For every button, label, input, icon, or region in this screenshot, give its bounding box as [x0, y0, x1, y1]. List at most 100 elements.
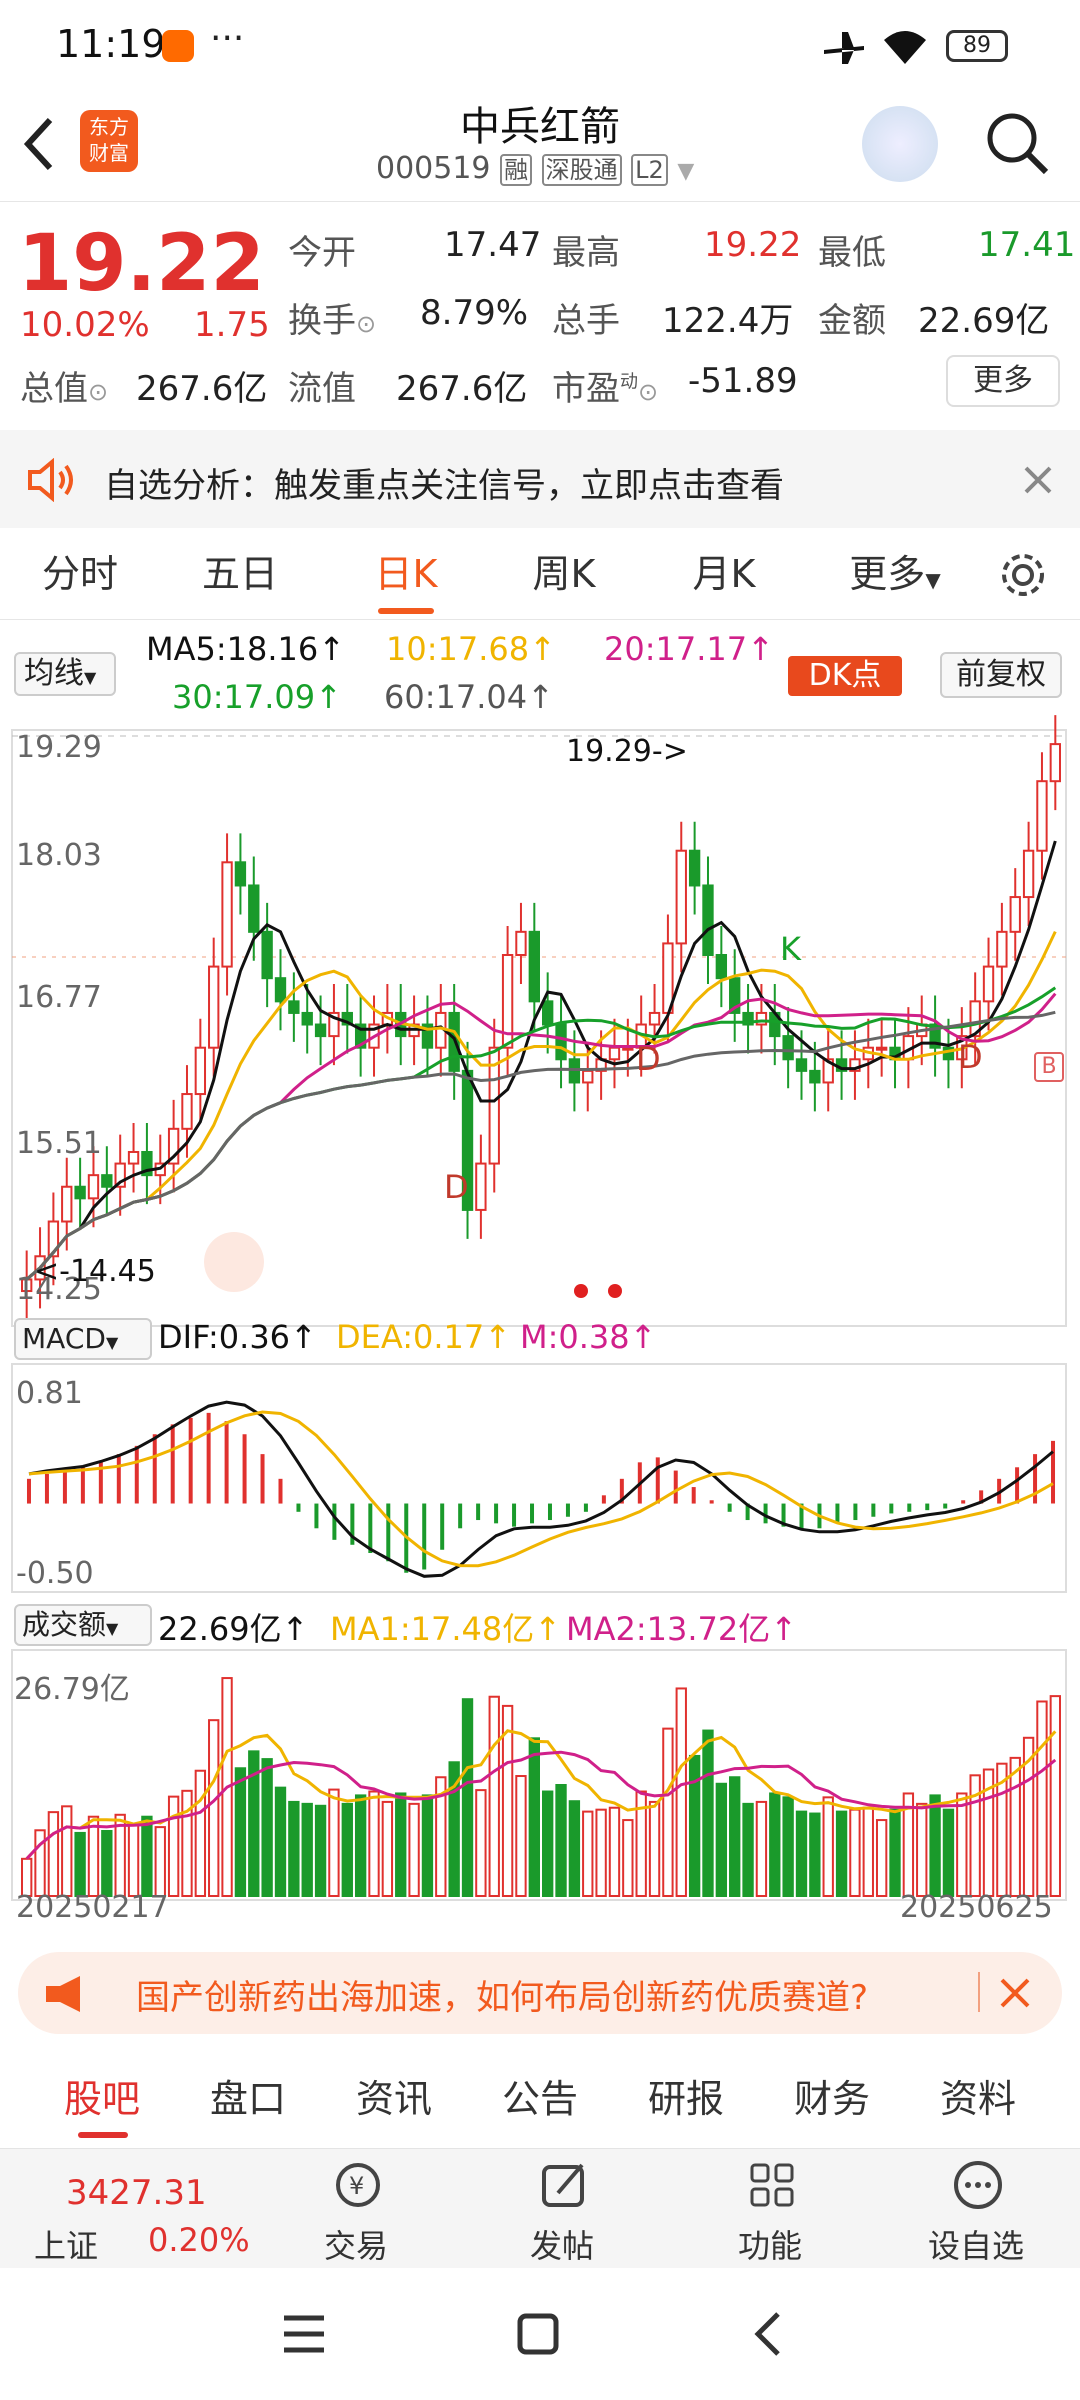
candle-body	[248, 884, 260, 933]
candle-body	[795, 1058, 808, 1072]
tab-pankou[interactable]: 盘口	[188, 2056, 308, 2142]
candle-body	[542, 1000, 554, 1026]
y-tick-1: 19.29	[16, 730, 102, 765]
volume-bar	[582, 1810, 594, 1897]
tab-profile[interactable]: 资料	[918, 2056, 1038, 2142]
tag-connect: 深股通	[541, 154, 622, 186]
airplane-icon	[824, 32, 864, 64]
function-button[interactable]: 功能	[700, 2149, 840, 2269]
volume-bar	[194, 1769, 207, 1898]
volume-bar	[261, 1758, 273, 1897]
logo-text-2: 财富	[89, 141, 129, 165]
back-nav-icon[interactable]	[748, 2308, 788, 2360]
volume-value: 122.4万	[662, 301, 794, 341]
tab-monthly[interactable]: 月K	[664, 528, 784, 620]
menu-icon[interactable]	[280, 2312, 328, 2356]
candle-body	[87, 1174, 100, 1200]
macd-ymax: 0.81	[16, 1376, 83, 1411]
search-icon[interactable]	[982, 108, 1052, 178]
tab-news[interactable]: 资讯	[334, 2056, 454, 2142]
info-icon[interactable]: ⊙	[638, 378, 658, 406]
info-icon[interactable]: ⊙	[356, 310, 376, 338]
volume-bar	[74, 1831, 86, 1897]
function-label: 功能	[737, 2227, 802, 2265]
dropdown-icon[interactable]: ▼	[677, 159, 694, 184]
robot-assistant-icon[interactable]	[862, 106, 938, 182]
volume-ymax: 26.79亿	[14, 1672, 130, 1707]
signal-tip-bar[interactable]: 自选分析：触发重点关注信号，立即点击查看	[0, 430, 1080, 528]
tab-daily[interactable]: 日K	[346, 528, 466, 620]
macd-select-button[interactable]: MACD▼	[14, 1318, 152, 1360]
volume-bar	[662, 1727, 674, 1898]
more-circle-icon	[954, 2161, 1002, 2209]
volume-bar	[862, 1806, 874, 1897]
volume-select-button[interactable]: 成交额▼	[14, 1604, 152, 1646]
tab-announce[interactable]: 公告	[480, 2056, 600, 2142]
index-ticker[interactable]: 3427.31 上证 0.20%	[0, 2149, 250, 2269]
last-price: 19.22	[18, 219, 265, 309]
add-watchlist-button[interactable]: 设自选	[906, 2149, 1046, 2269]
close-icon[interactable]	[1022, 464, 1054, 496]
tab-weekly[interactable]: 周K	[504, 528, 624, 620]
date-end: 20250625	[900, 1890, 1053, 1925]
volume-bar	[648, 1800, 661, 1897]
tab-5day[interactable]: 五日	[180, 528, 300, 620]
edit-icon	[542, 2163, 584, 2207]
chart-area: 均线▼ MA5:18.16↑ 10:17.68↑ 20:17.17↑ 30:17…	[0, 620, 1080, 1930]
volume-ma2-label: MA2:13.72亿↑	[566, 1610, 798, 1648]
promo-banner[interactable]: 国产创新药出海加速，如何布局创新药优质赛道?	[18, 1952, 1062, 2034]
tab-more[interactable]: 更多▼	[840, 528, 950, 620]
candle-body	[528, 930, 540, 1003]
close-icon[interactable]	[998, 1976, 1032, 2010]
amount-value: 22.69亿	[918, 301, 1050, 341]
watch-label: 设自选	[927, 2227, 1024, 2265]
volume-bar	[354, 1794, 367, 1898]
tab-finance[interactable]: 财务	[772, 2056, 892, 2142]
tab-intraday[interactable]: 分时	[20, 528, 140, 620]
speaker-icon	[28, 458, 73, 502]
expand-icon[interactable]	[204, 1232, 264, 1292]
volume-bar	[288, 1800, 300, 1897]
high-value: 19.22	[704, 225, 802, 265]
more-button[interactable]: 更多	[946, 355, 1060, 407]
macd-ymin: -0.50	[16, 1556, 94, 1591]
candle-body	[61, 1185, 73, 1223]
content-tabs: 股吧 盘口 资讯 公告 研报 财务 资料	[0, 2056, 1080, 2142]
info-icon[interactable]: ⊙	[88, 378, 108, 406]
stock-code: 000519	[376, 151, 491, 186]
max-price-annotation: 19.29->	[566, 734, 688, 769]
volume-bar	[314, 1804, 327, 1898]
volume-bar	[234, 1767, 247, 1897]
pct-change: 10.02%	[20, 305, 150, 345]
battery-icon: 89	[946, 30, 1008, 62]
volume-bar	[755, 1800, 768, 1897]
trade-button[interactable]: ¥ 交易	[286, 2149, 426, 2269]
volume-bar	[822, 1796, 834, 1897]
svg-text:¥: ¥	[349, 2172, 364, 2200]
tab-research[interactable]: 研报	[626, 2056, 746, 2142]
volume-bar	[809, 1812, 821, 1898]
tab-guba[interactable]: 股吧	[42, 2056, 162, 2142]
volume-bar	[769, 1792, 781, 1897]
back-icon[interactable]	[20, 114, 60, 174]
turnover-label-text: 换手	[288, 301, 356, 341]
gear-icon[interactable]	[998, 550, 1048, 600]
grid-icon	[750, 2163, 794, 2207]
kline-chart-svg[interactable]	[0, 620, 1080, 1930]
pe-label-text: 市盈	[552, 369, 620, 409]
volume-bar	[555, 1784, 567, 1898]
candle-body	[648, 1011, 661, 1026]
macd-dea-label: DEA:0.17↑	[336, 1318, 512, 1356]
volume-bar	[889, 1808, 901, 1898]
signal-d-1: D	[444, 1168, 469, 1206]
candle-body	[74, 1185, 86, 1200]
volume-bar	[715, 1782, 728, 1897]
post-button[interactable]: 发帖	[492, 2149, 632, 2269]
candle-body	[221, 861, 233, 968]
volume-label: 总手	[552, 301, 620, 341]
home-icon[interactable]	[514, 2310, 564, 2358]
candle-body	[982, 965, 995, 1003]
volume-bar	[328, 1788, 340, 1898]
volume-bar	[154, 1826, 166, 1897]
volume-bar	[368, 1790, 380, 1898]
